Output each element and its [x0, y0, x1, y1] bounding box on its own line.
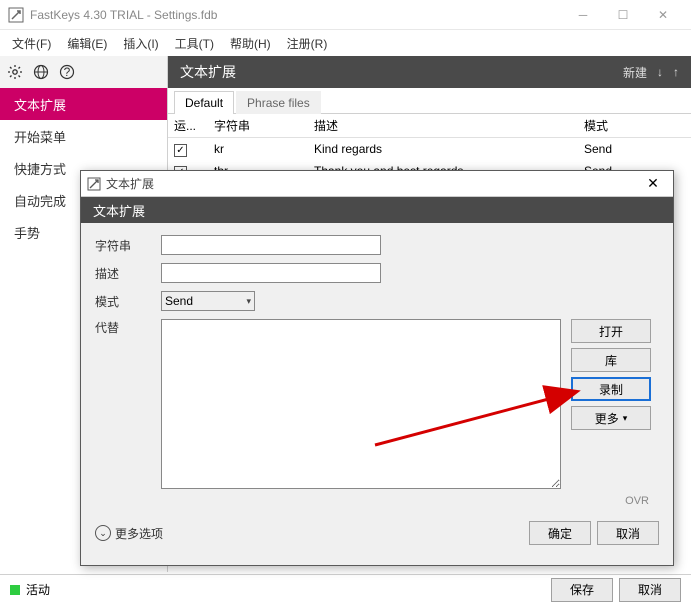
open-button[interactable]: 打开	[571, 319, 651, 343]
arrow-down-icon[interactable]: ↓	[657, 65, 663, 79]
minimize-button[interactable]: ─	[563, 0, 603, 30]
menu-insert[interactable]: 插入(I)	[115, 32, 166, 55]
caret-down-icon: ▾	[623, 413, 628, 424]
toolbar-left: ?	[0, 56, 168, 88]
status-text: 活动	[26, 581, 50, 598]
menu-register[interactable]: 注册(R)	[279, 32, 336, 55]
dialog-close-button[interactable]: ✕	[639, 175, 667, 192]
window-title: FastKeys 4.30 TRIAL - Settings.fdb	[30, 8, 563, 22]
label-string: 字符串	[95, 237, 161, 254]
col-run[interactable]: 运...	[168, 117, 208, 134]
more-options-toggle[interactable]: ⌄ 更多选项	[95, 525, 163, 542]
col-desc[interactable]: 描述	[308, 117, 578, 134]
cancel-button[interactable]: 取消	[597, 521, 659, 545]
menu-edit[interactable]: 编辑(E)	[59, 32, 115, 55]
label-desc: 描述	[95, 265, 161, 282]
cell-string: kr	[208, 142, 308, 156]
mode-select[interactable]: Send ▾	[161, 291, 255, 311]
globe-icon[interactable]	[32, 63, 50, 81]
menu-tools[interactable]: 工具(T)	[167, 32, 222, 55]
status-dot-icon	[10, 585, 20, 595]
tab-phrase-files[interactable]: Phrase files	[236, 91, 321, 114]
section-title: 文本扩展	[180, 62, 613, 82]
titlebar: FastKeys 4.30 TRIAL - Settings.fdb ─ ☐ ✕	[0, 0, 691, 30]
col-string[interactable]: 字符串	[208, 117, 308, 134]
mode-value: Send	[165, 294, 193, 308]
dialog-title: 文本扩展	[106, 175, 639, 192]
section-header: 文本扩展 新建 ↓ ↑	[168, 56, 691, 88]
sidebar-item-text-expansion[interactable]: 文本扩展	[0, 88, 167, 120]
ok-button[interactable]: 确定	[529, 521, 591, 545]
close-button[interactable]: ✕	[643, 0, 683, 30]
new-button[interactable]: 新建	[623, 64, 647, 81]
list-row[interactable]: ✓ kr Kind regards Send	[168, 138, 691, 160]
dialog-footer: ⌄ 更多选项 确定 取消	[81, 515, 673, 555]
list-header: 运... 字符串 描述 模式	[168, 114, 691, 138]
help-icon[interactable]: ?	[58, 63, 76, 81]
menu-file[interactable]: 文件(F)	[4, 32, 59, 55]
replace-textarea[interactable]	[161, 319, 561, 489]
main-save-button[interactable]: 保存	[551, 578, 613, 602]
app-icon	[8, 7, 24, 23]
statusbar: 活动 保存 取消	[0, 574, 691, 604]
dialog-header: 文本扩展	[81, 197, 673, 223]
checkbox-icon[interactable]: ✓	[174, 144, 187, 157]
tab-default[interactable]: Default	[174, 91, 234, 114]
gear-icon[interactable]	[6, 63, 24, 81]
cell-mode: Send	[578, 142, 638, 156]
arrow-up-icon[interactable]: ↑	[673, 65, 679, 79]
desc-input[interactable]	[161, 263, 381, 283]
more-button[interactable]: 更多 ▾	[571, 406, 651, 430]
dialog-titlebar[interactable]: 文本扩展 ✕	[81, 171, 673, 197]
library-button[interactable]: 库	[571, 348, 651, 372]
record-button[interactable]: 录制	[571, 377, 651, 401]
chevron-down-icon: ⌄	[95, 525, 111, 541]
label-mode: 模式	[95, 293, 161, 310]
col-mode[interactable]: 模式	[578, 117, 638, 134]
toolbar-row: ? 文本扩展 新建 ↓ ↑	[0, 56, 691, 88]
dialog: 文本扩展 ✕ 文本扩展 字符串 描述 模式 Send ▾ 代替 打开 库	[80, 170, 674, 566]
menubar: 文件(F) 编辑(E) 插入(I) 工具(T) 帮助(H) 注册(R)	[0, 30, 691, 56]
maximize-button[interactable]: ☐	[603, 0, 643, 30]
dialog-body: 字符串 描述 模式 Send ▾ 代替 打开 库 录制 更多	[81, 223, 673, 515]
main-cancel-button[interactable]: 取消	[619, 578, 681, 602]
label-replace: 代替	[95, 319, 161, 336]
sidebar-item-start-menu[interactable]: 开始菜单	[0, 120, 167, 152]
tab-row: Default Phrase files	[168, 88, 691, 114]
menu-help[interactable]: 帮助(H)	[222, 32, 279, 55]
svg-text:?: ?	[64, 65, 71, 79]
cell-desc: Kind regards	[308, 142, 578, 156]
ovr-label: OVR	[571, 495, 651, 507]
string-input[interactable]	[161, 235, 381, 255]
dialog-icon	[87, 177, 101, 191]
chevron-down-icon: ▾	[246, 296, 251, 307]
